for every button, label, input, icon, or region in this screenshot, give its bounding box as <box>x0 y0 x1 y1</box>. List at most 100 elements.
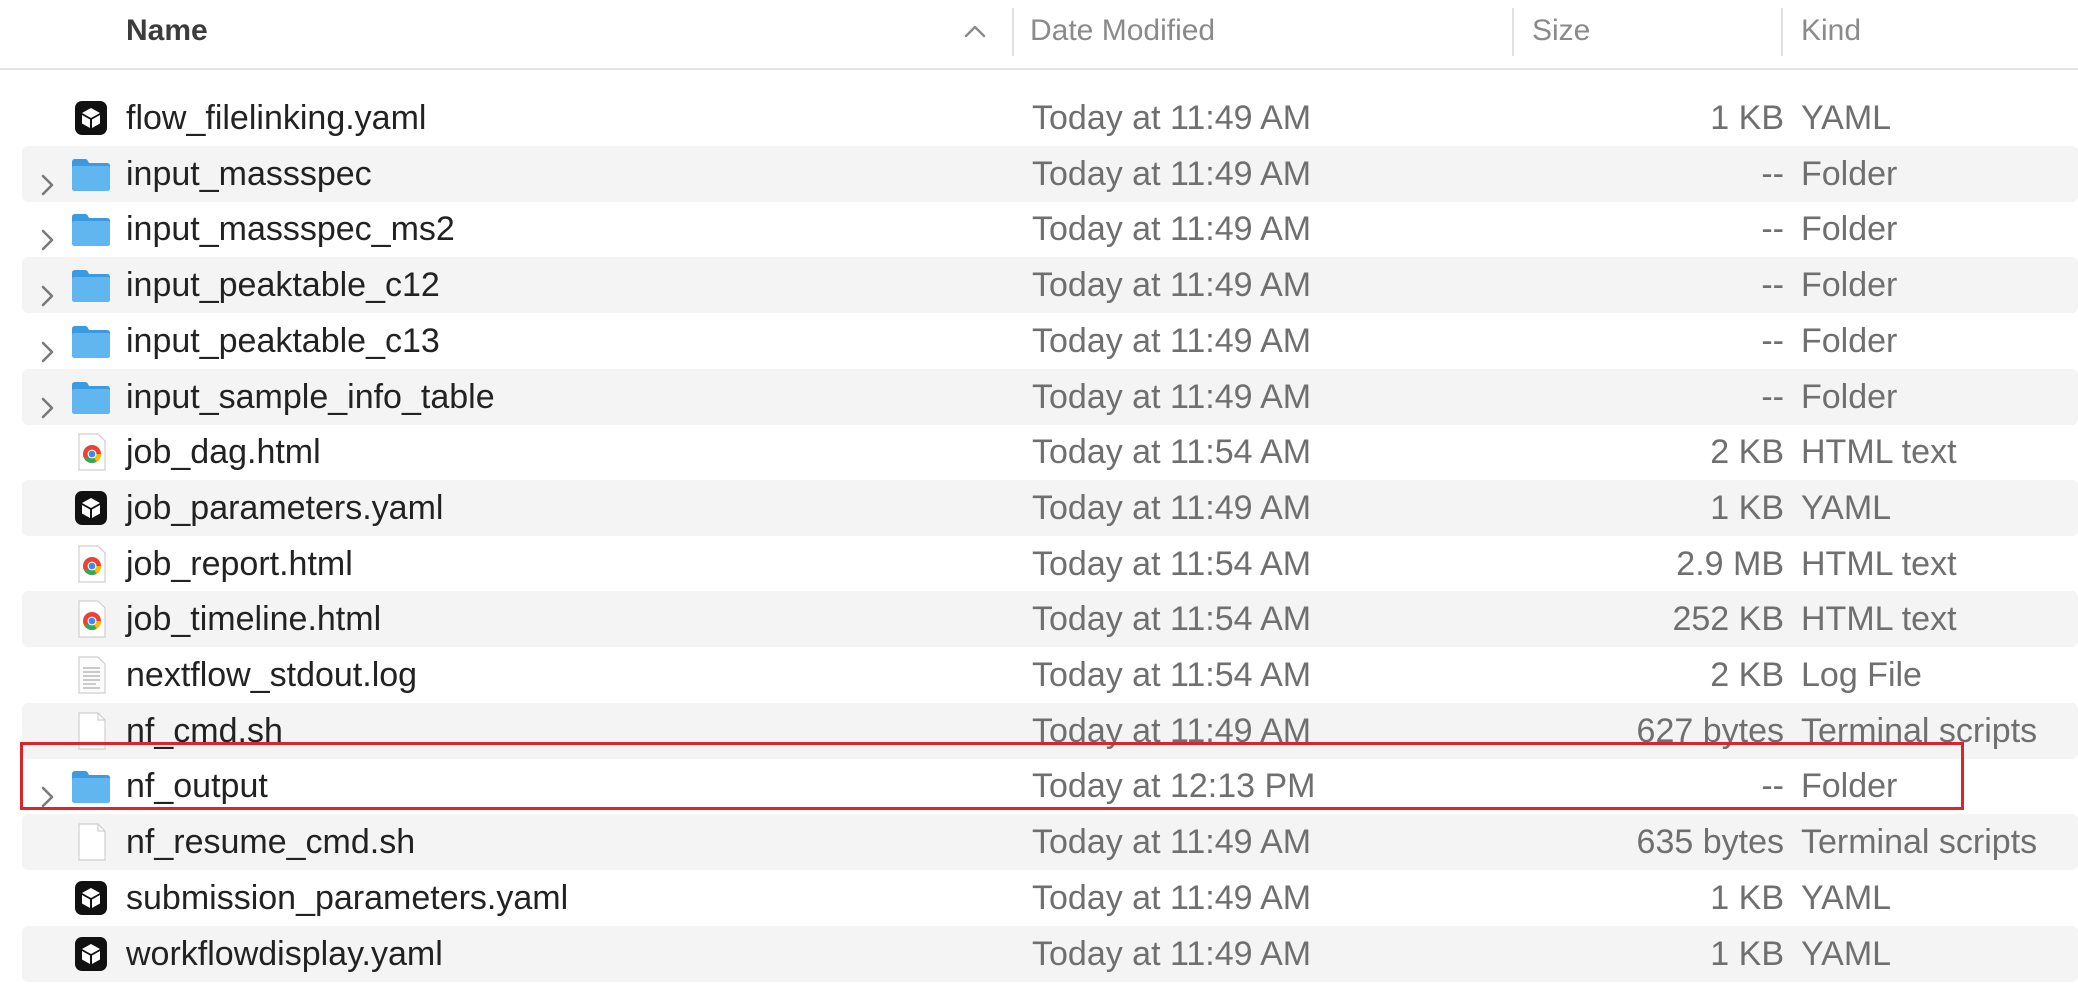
file-size: -- <box>1761 322 1784 360</box>
file-name: nf_resume_cmd.sh <box>126 823 416 861</box>
file-row[interactable]: input_massspec_ms2 Today at 11:49 AM -- Fol… <box>22 201 2078 257</box>
file-date-modified: Today at 11:49 AM <box>1032 155 1312 193</box>
file-kind: Folder <box>1801 210 1898 248</box>
file-name: input_massspec_ms2 <box>126 210 455 248</box>
column-header-size[interactable]: Size <box>1532 0 1590 62</box>
chevron-right-icon[interactable] <box>36 215 60 251</box>
file-date-modified: Today at 11:54 AM <box>1032 433 1312 471</box>
file-kind: HTML text <box>1801 600 1957 638</box>
folder-icon <box>70 265 112 305</box>
file-row[interactable]: nf_output Today at 12:13 PM -- Folder <box>22 758 2078 814</box>
column-header-date-modified[interactable]: Date Modified <box>1030 0 1215 62</box>
folder-icon <box>70 154 112 194</box>
file-kind: Log File <box>1801 656 1922 694</box>
file-name: input_sample_info_table <box>126 378 495 416</box>
chrome-html-icon <box>70 544 112 584</box>
file-date-modified: Today at 11:49 AM <box>1032 489 1312 527</box>
file-date-modified: Today at 11:49 AM <box>1032 99 1312 137</box>
file-name: job_timeline.html <box>126 600 382 638</box>
file-kind: Folder <box>1801 266 1898 304</box>
file-name: input_peaktable_c13 <box>126 322 440 360</box>
chevron-right-icon[interactable] <box>36 383 60 419</box>
file-row[interactable]: input_peaktable_c13 Today at 11:49 AM -- Fo… <box>22 313 2078 369</box>
file-name: flow_filelinking.yaml <box>126 99 427 137</box>
file-size: -- <box>1761 155 1784 193</box>
file-name: nf_cmd.sh <box>126 712 283 750</box>
file-size: -- <box>1761 378 1784 416</box>
file-name: input_massspec <box>126 155 372 193</box>
file-date-modified: Today at 11:49 AM <box>1032 879 1312 917</box>
file-date-modified: Today at 11:49 AM <box>1032 823 1312 861</box>
chrome-html-icon <box>70 432 112 472</box>
file-row[interactable]: job_timeline.html Today at 11:54 AM 252 KB… <box>22 591 2078 647</box>
file-row[interactable]: flow_filelinking.yaml Today at 11:49 AM 1 … <box>22 90 2078 146</box>
blank-document-icon <box>70 822 112 862</box>
column-divider[interactable] <box>1512 8 1514 56</box>
chevron-right-icon[interactable] <box>36 327 60 363</box>
file-name: workflowdisplay.yaml <box>126 935 443 973</box>
file-kind: Folder <box>1801 767 1898 805</box>
file-row[interactable]: input_massspec Today at 11:49 AM -- Folder <box>22 146 2078 202</box>
yaml-icon <box>70 98 112 138</box>
chevron-up-icon[interactable] <box>960 16 990 46</box>
yaml-icon <box>70 878 112 918</box>
column-divider[interactable] <box>1012 8 1014 56</box>
file-kind: YAML <box>1801 879 1892 917</box>
file-row[interactable]: job_parameters.yaml Today at 11:49 AM 1 KB… <box>22 480 2078 536</box>
file-kind: YAML <box>1801 935 1892 973</box>
file-row[interactable]: nf_cmd.sh Today at 11:49 AM 627 bytes Termi… <box>22 703 2078 759</box>
file-date-modified: Today at 11:54 AM <box>1032 545 1312 583</box>
file-name: nf_output <box>126 767 268 805</box>
column-header-kind[interactable]: Kind <box>1801 0 1861 62</box>
chrome-html-icon <box>70 599 112 639</box>
file-size: 1 KB <box>1710 99 1784 137</box>
file-size: 2.9 MB <box>1676 545 1784 583</box>
file-name: nextflow_stdout.log <box>126 656 418 694</box>
file-name: job_parameters.yaml <box>126 489 444 527</box>
file-size: 627 bytes <box>1636 712 1784 750</box>
folder-icon <box>70 766 112 806</box>
yaml-icon <box>70 934 112 974</box>
file-name: job_report.html <box>126 545 353 583</box>
file-name: input_peaktable_c12 <box>126 266 440 304</box>
file-row[interactable]: input_peaktable_c12 Today at 11:49 AM -- Fo… <box>22 257 2078 313</box>
file-row[interactable]: workflowdisplay.yaml Today at 11:49 AM 1 K… <box>22 926 2078 982</box>
file-size: 635 bytes <box>1636 823 1784 861</box>
file-size: 1 KB <box>1710 935 1784 973</box>
file-kind: Folder <box>1801 155 1898 193</box>
file-kind: Folder <box>1801 378 1898 416</box>
chevron-right-icon[interactable] <box>36 271 60 307</box>
file-row[interactable]: job_report.html Today at 11:54 AM 2.9 MB HT… <box>22 536 2078 592</box>
file-date-modified: Today at 11:49 AM <box>1032 322 1312 360</box>
file-date-modified: Today at 11:49 AM <box>1032 210 1312 248</box>
file-date-modified: Today at 12:13 PM <box>1032 767 1316 805</box>
file-name: submission_parameters.yaml <box>126 879 569 917</box>
file-date-modified: Today at 11:49 AM <box>1032 712 1312 750</box>
folder-icon <box>70 209 112 249</box>
file-size: 2 KB <box>1710 656 1784 694</box>
file-kind: Terminal scripts <box>1801 712 2038 750</box>
file-row[interactable]: input_sample_info_table Today at 11:49 AM… <box>22 369 2078 425</box>
chevron-right-icon[interactable] <box>36 160 60 196</box>
file-size: 1 KB <box>1710 489 1784 527</box>
column-divider[interactable] <box>1781 8 1783 56</box>
file-kind: HTML text <box>1801 545 1957 583</box>
file-date-modified: Today at 11:54 AM <box>1032 656 1312 694</box>
folder-icon <box>70 321 112 361</box>
chevron-right-icon[interactable] <box>36 772 60 808</box>
file-size: -- <box>1761 210 1784 248</box>
file-row[interactable]: nf_resume_cmd.sh Today at 11:49 AM 635 byt… <box>22 814 2078 870</box>
file-date-modified: Today at 11:54 AM <box>1032 600 1312 638</box>
file-date-modified: Today at 11:49 AM <box>1032 935 1312 973</box>
column-header: Name Date Modified Size Kind <box>0 0 2078 70</box>
file-size: 2 KB <box>1710 433 1784 471</box>
file-size: -- <box>1761 266 1784 304</box>
file-row[interactable]: nextflow_stdout.log Today at 11:54 AM 2 KB… <box>22 647 2078 703</box>
file-row[interactable]: job_dag.html Today at 11:54 AM 2 KB HTML te… <box>22 424 2078 480</box>
file-size: 1 KB <box>1710 879 1784 917</box>
yaml-icon <box>70 488 112 528</box>
file-name: job_dag.html <box>126 433 321 471</box>
column-header-name[interactable]: Name <box>126 0 208 62</box>
file-row[interactable]: submission_parameters.yaml Today at 11:49… <box>22 870 2078 926</box>
file-size: 252 KB <box>1672 600 1784 638</box>
